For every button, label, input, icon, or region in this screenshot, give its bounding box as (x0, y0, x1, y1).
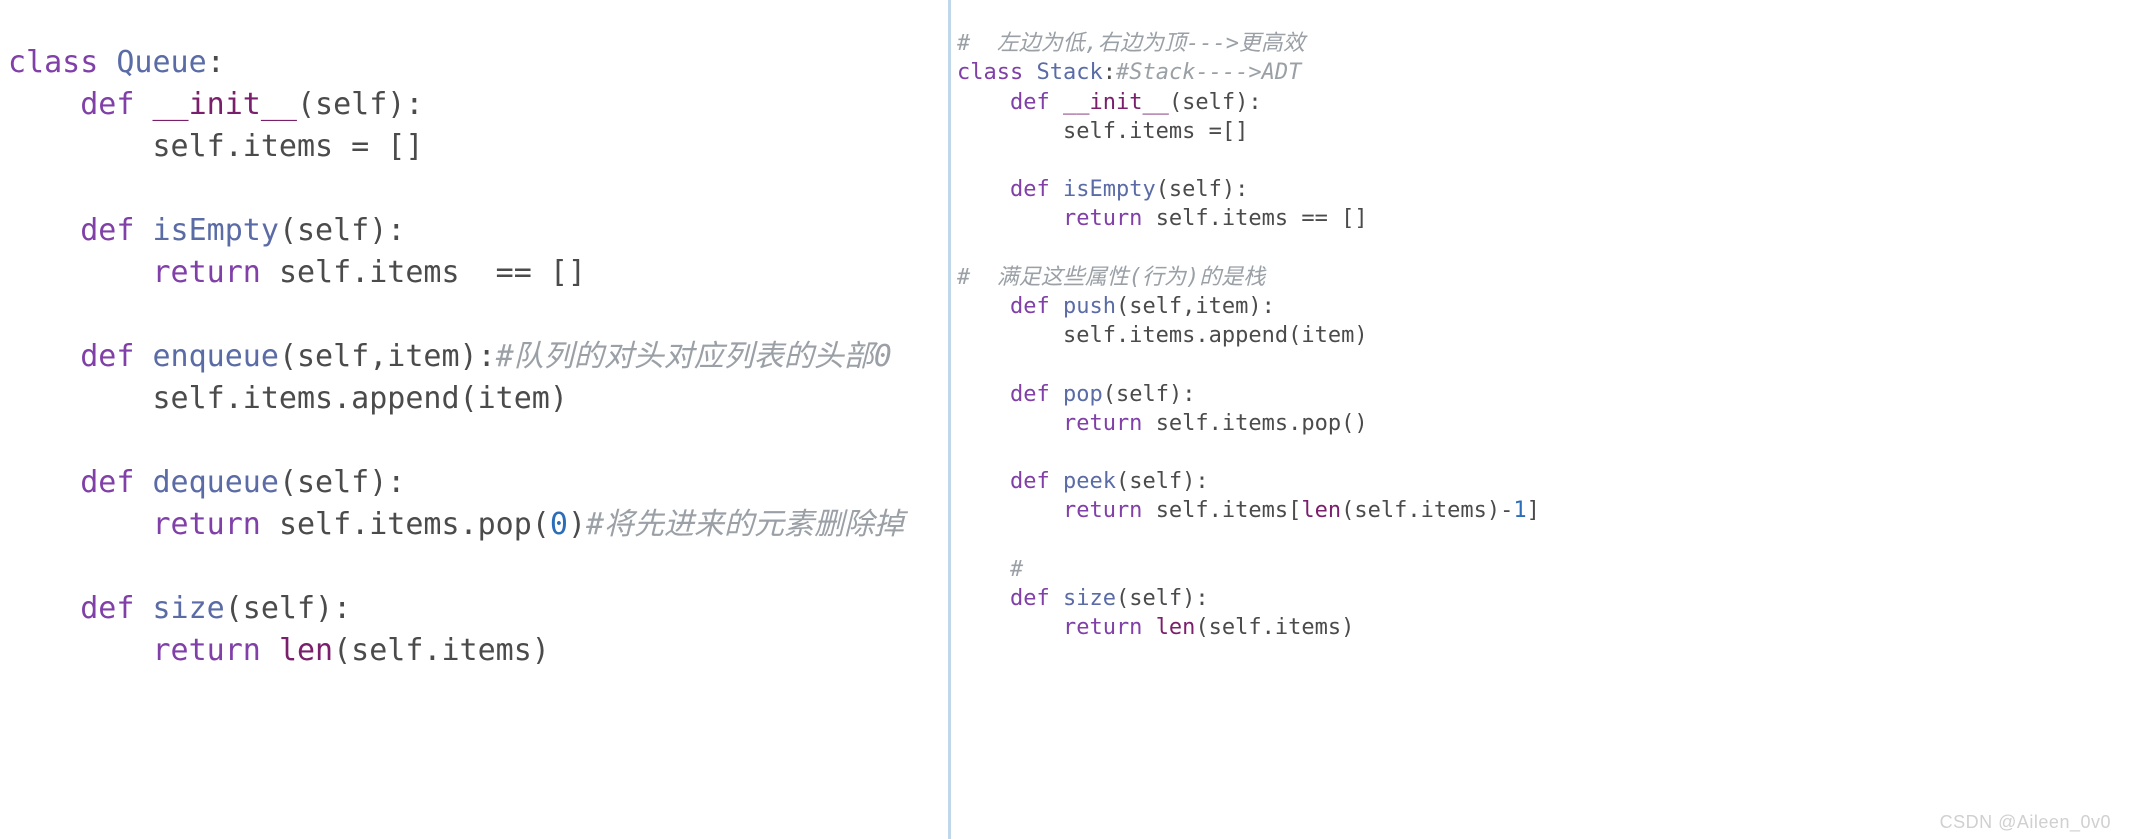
code-token: return (8, 633, 279, 668)
code-token: push (1063, 294, 1116, 319)
code-token: def (957, 469, 1063, 494)
code-token: self.items =[] (957, 119, 1248, 144)
code-token: self.items.append(item) (8, 381, 568, 416)
code-token: def (957, 90, 1063, 115)
code-token: (self): (279, 465, 405, 500)
code-token: Queue (116, 45, 206, 80)
code-token: #队列的对头对应列表的头部0 (496, 339, 892, 374)
right-code-pane: # 左边为低,右边为顶--->更高效 class Stack:#Stack---… (948, 0, 2129, 839)
code-token: return (8, 507, 279, 542)
code-token: : (207, 45, 225, 80)
code-token: class (8, 45, 116, 80)
code-token: (self): (1103, 382, 1196, 407)
code-token: Stack (1036, 60, 1102, 85)
code-token: size (153, 591, 225, 626)
code-token: (self): (1156, 177, 1249, 202)
code-token: 0 (550, 507, 568, 542)
code-token: (self): (225, 591, 351, 626)
code-token: self.items.pop() (1156, 411, 1368, 436)
code-token: len (1156, 615, 1196, 640)
code-token: : (1103, 60, 1116, 85)
code-token: dequeue (153, 465, 279, 500)
code-token: isEmpty (153, 213, 279, 248)
code-token: def (8, 339, 153, 374)
code-token: pop (1063, 382, 1103, 407)
code-token: __init__ (1063, 90, 1169, 115)
code-token: isEmpty (1063, 177, 1156, 202)
code-token: (self): (1116, 586, 1209, 611)
code-token: #Stack---->ADT (1116, 60, 1301, 85)
code-token: return (957, 206, 1156, 231)
code-token: def (957, 294, 1063, 319)
watermark: CSDN @Aileen_0v0 (1940, 812, 2111, 833)
code-token: self.items[ (1156, 498, 1302, 523)
code-token: class (957, 60, 1036, 85)
code-token: (self.items) (333, 633, 550, 668)
code-token: def (8, 213, 153, 248)
code-token: len (1301, 498, 1341, 523)
code-token: (self.items)- (1341, 498, 1513, 523)
code-token: return (957, 411, 1156, 436)
code-token: def (957, 586, 1063, 611)
code-token: # 左边为低,右边为顶--->更高效 (957, 31, 1305, 56)
code-token: peek (1063, 469, 1116, 494)
code-token: self.items.pop( (279, 507, 550, 542)
code-token: #将先进来的元素删除掉 (586, 507, 904, 542)
code-token: (self): (1169, 90, 1262, 115)
code-token: self.items.append(item) (957, 323, 1368, 348)
code-token: def (8, 465, 153, 500)
code-token: (self,item): (279, 339, 496, 374)
code-token: 1 (1513, 498, 1526, 523)
code-token: (self): (297, 87, 423, 122)
code-token: def (957, 177, 1063, 202)
code-token: (self.items) (1195, 615, 1354, 640)
code-token: len (279, 633, 333, 668)
code-token: (self): (279, 213, 405, 248)
code-token: (self,item): (1116, 294, 1275, 319)
code-token: def (8, 87, 153, 122)
code-token: self.items = [] (8, 129, 423, 164)
code-token: __init__ (153, 87, 298, 122)
code-token: enqueue (153, 339, 279, 374)
code-token: # 满足这些属性(行为)的是栈 (957, 265, 1265, 290)
code-token: self.items == [] (279, 255, 586, 290)
left-code-pane: class Queue: def __init__(self): self.it… (0, 0, 948, 839)
code-token: ] (1527, 498, 1540, 523)
code-token: size (1063, 586, 1116, 611)
code-token: def (957, 382, 1063, 407)
code-token: return (8, 255, 279, 290)
code-token: ) (568, 507, 586, 542)
code-token: self.items == [] (1156, 206, 1368, 231)
code-token: # (957, 557, 1023, 582)
code-token: (self): (1116, 469, 1209, 494)
code-token: return (957, 615, 1156, 640)
code-token: def (8, 591, 153, 626)
code-token: return (957, 498, 1156, 523)
